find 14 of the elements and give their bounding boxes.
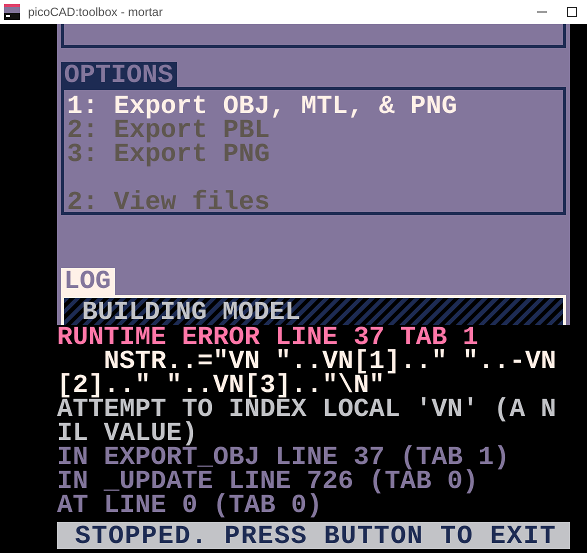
stack-trace-line: IN EXPORT_OBJ LINE 37 (TAB 1)	[57, 445, 510, 469]
error-message: RUNTIME ERROR LINE 37 TAB 1	[57, 325, 478, 349]
log-entry: BUILDING MODEL	[82, 297, 300, 327]
window-title: picoCAD:toolbox - mortar	[28, 4, 163, 21]
code-line: NSTR..="VN "..VN[1].." "..-VN	[104, 349, 558, 373]
app-icon	[4, 4, 20, 20]
error-message: ATTEMPT TO INDEX LOCAL 'VN' (A N	[57, 397, 558, 421]
maximize-icon	[566, 6, 578, 18]
status-bar: STOPPED. PRESS BUTTON TO EXIT	[57, 522, 570, 549]
error-message: IL VALUE)	[57, 421, 198, 445]
code-line: [2].." "..VN[3].."\N"	[57, 373, 385, 397]
menu-item[interactable]: 1: Export OBJ, MTL, & PNG	[67, 94, 560, 118]
stack-trace-line: AT LINE 0 (TAB 0)	[57, 493, 324, 517]
stack-trace-line: IN _UPDATE LINE 726 (TAB 0)	[57, 469, 480, 493]
